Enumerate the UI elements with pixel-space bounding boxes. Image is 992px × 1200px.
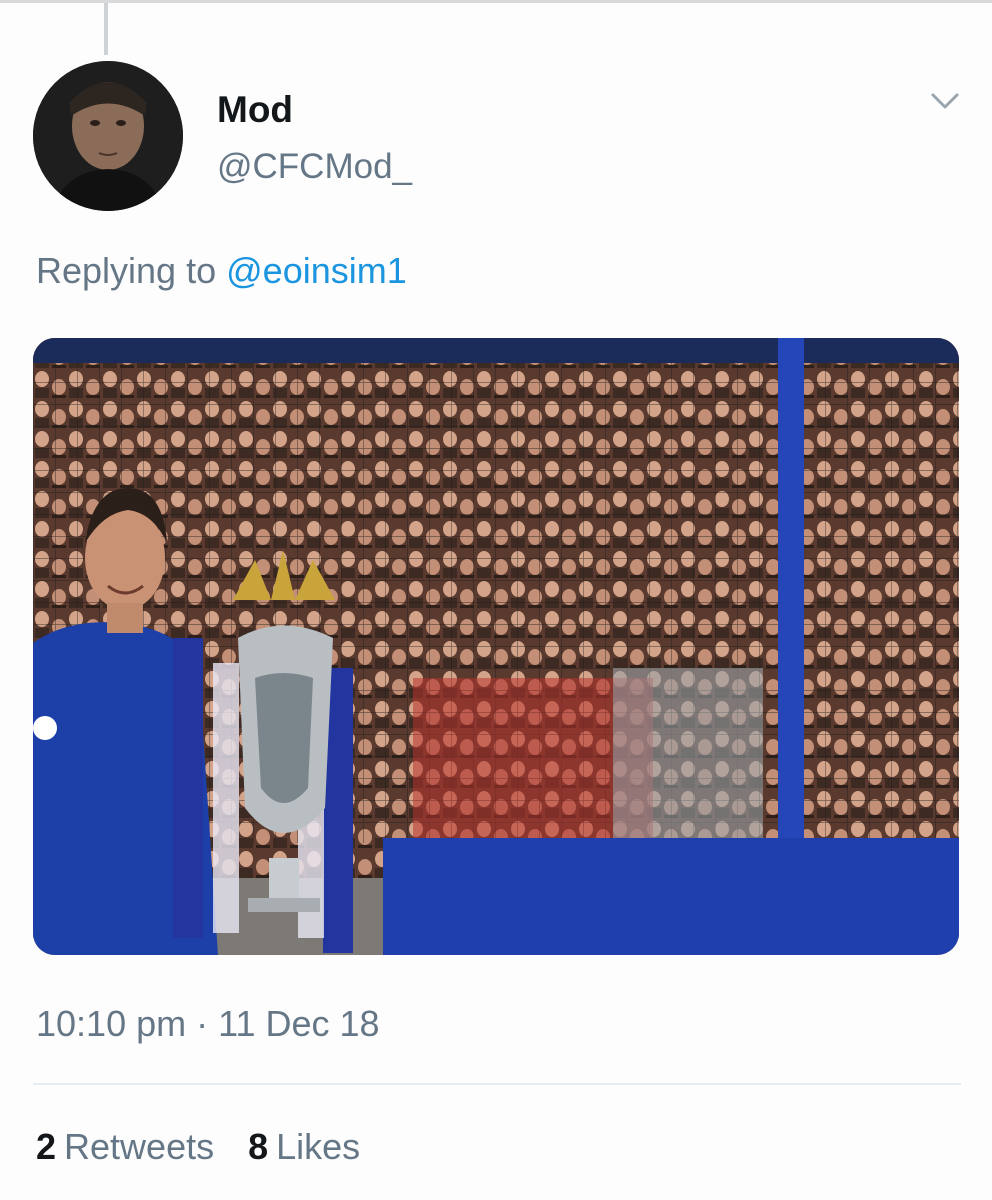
retweets-count: 2	[36, 1126, 57, 1167]
retweets-label: Retweets	[64, 1126, 215, 1167]
replying-to-line: Replying to @eoinsim1	[36, 250, 407, 292]
retweets-stat[interactable]: 2 Retweets	[36, 1126, 214, 1168]
likes-count: 8	[248, 1126, 269, 1167]
thread-connector-line	[104, 3, 108, 55]
chevron-down-icon[interactable]	[928, 89, 962, 113]
reply-mention-link[interactable]: @eoinsim1	[226, 250, 407, 291]
likes-stat[interactable]: 8 Likes	[248, 1126, 360, 1168]
author-name[interactable]: Mod	[217, 89, 293, 131]
tweet-card: Mod @CFCMod_ Replying to @eoinsim1 10:10…	[0, 0, 992, 1200]
tweet-timestamp[interactable]: 10:10 pm · 11 Dec 18	[36, 1003, 380, 1045]
engagement-stats: 2 Retweets 8 Likes	[36, 1126, 360, 1168]
avatar[interactable]	[33, 61, 183, 211]
divider	[33, 1083, 961, 1085]
tweet-photo[interactable]	[33, 338, 959, 955]
likes-label: Likes	[276, 1126, 361, 1167]
replying-prefix: Replying to	[36, 250, 217, 291]
author-handle[interactable]: @CFCMod_	[217, 147, 412, 187]
